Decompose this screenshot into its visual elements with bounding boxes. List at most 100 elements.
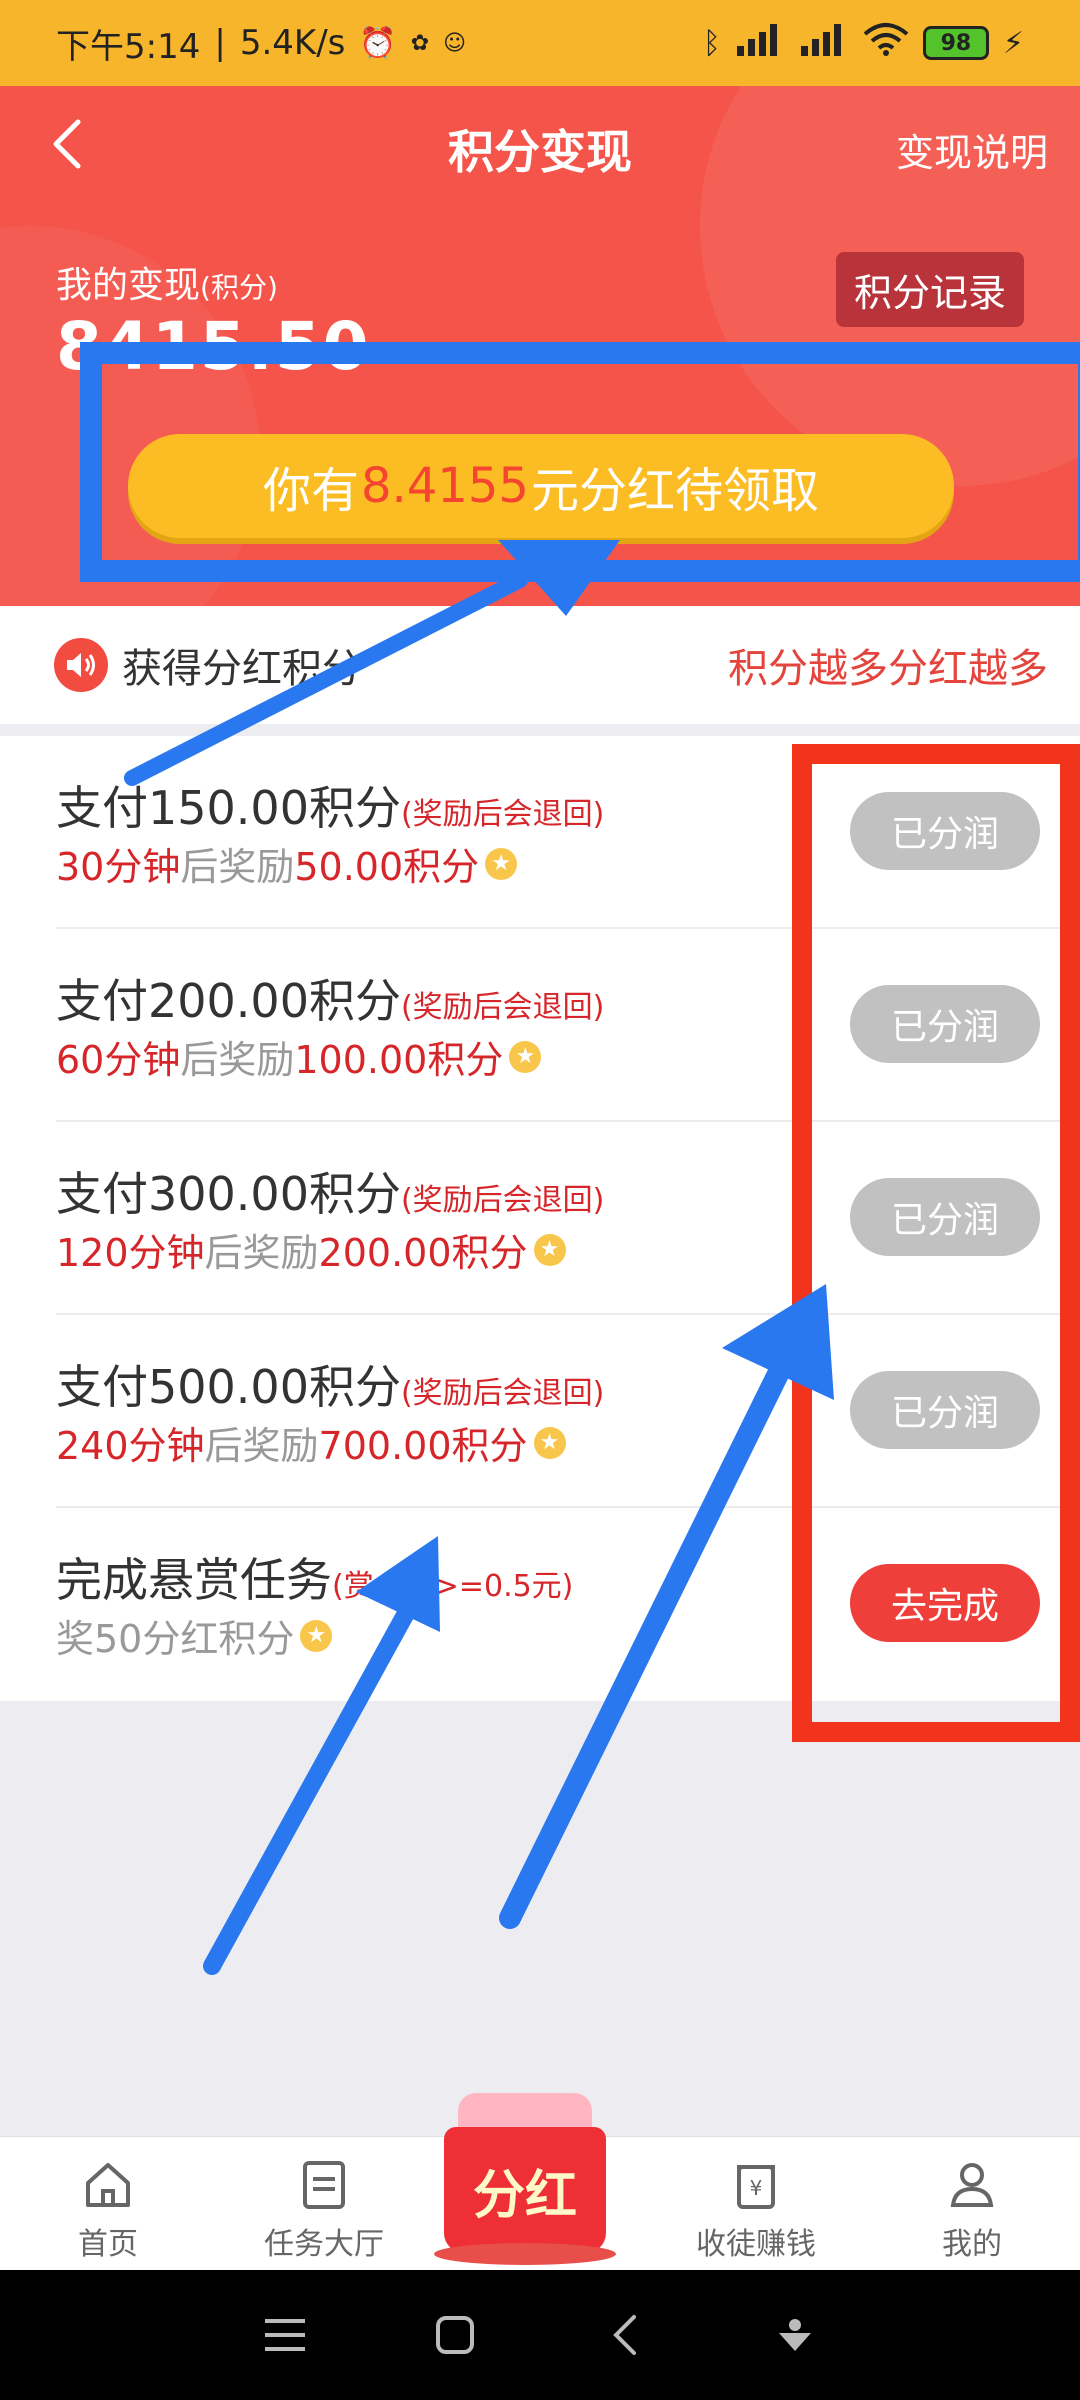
task-time: 60分钟 — [56, 1038, 181, 1082]
task-reward: 200.00积分 — [318, 1231, 528, 1275]
nav-recruit-label: 收徒赚钱 — [696, 2227, 816, 2262]
square-icon — [436, 2316, 474, 2354]
task-title-text: 支付150.00积分 — [56, 781, 401, 835]
explain-link[interactable]: 变现说明 — [896, 122, 1048, 177]
task-title-text: 支付500.00积分 — [56, 1360, 401, 1414]
wifi-icon — [863, 22, 909, 64]
header: 积分变现 变现说明 我的变现(积分) 8415.50 积分记录 你有 8.4155… — [0, 86, 1080, 606]
go-complete-button[interactable]: 去完成 — [850, 1564, 1040, 1642]
nav-mine-label: 我的 — [942, 2227, 1002, 2262]
star-icon: ★ — [485, 847, 518, 880]
claim-bonus-button[interactable]: 你有 8.4155 元分红待领取 — [128, 434, 954, 538]
menu-icon — [265, 2319, 305, 2351]
task-title: 支付200.00积分(奖励后会退回) — [56, 965, 604, 1031]
back-button[interactable] — [40, 114, 100, 174]
menu-button[interactable] — [255, 2305, 315, 2365]
my-cashout-label-text: 我的变现 — [56, 265, 201, 306]
task-note: (奖励后会退回) — [400, 797, 605, 832]
star-icon: ★ — [533, 1426, 566, 1459]
task-title-text: 支付300.00积分 — [56, 1167, 401, 1221]
task-status-button[interactable]: 已分润 — [850, 1371, 1040, 1449]
task-reward: 700.00积分 — [318, 1424, 528, 1468]
claim-prefix: 你有 — [263, 463, 360, 519]
star-icon: ★ — [533, 1233, 566, 1266]
app-notification-icon-2: ☺ — [443, 30, 467, 56]
bag-body: 分红 — [444, 2127, 606, 2253]
task-note: (赏金需>=0.5元) — [332, 1569, 574, 1604]
alarm-icon: ⏰ — [359, 25, 397, 61]
notice-slogan: 积分越多分红越多 — [728, 646, 1048, 692]
nav-mine[interactable]: 我的 — [864, 2137, 1080, 2270]
status-bar: 下午5:14 | 5.4K/s ⏰ ✿ ☺ ᛒ 98 ⚡ — [0, 0, 1080, 86]
task-title-text: 支付200.00积分 — [56, 974, 401, 1028]
nav-task-hall[interactable]: 任务大厅 — [216, 2137, 432, 2270]
task-status-button[interactable]: 已分润 — [850, 985, 1040, 1063]
points-record-button[interactable]: 积分记录 — [835, 252, 1024, 327]
task-reward-line: 60分钟 后奖励 100.00积分 ★ — [56, 1029, 542, 1084]
bottom-nav: 首页 任务大厅 分红 ¥ 收徒赚钱 我的 — [0, 2093, 1080, 2270]
claim-suffix: 元分红待领取 — [530, 463, 819, 519]
task-row: 支付200.00积分(奖励后会退回) 60分钟 后奖励 100.00积分 ★ 已分润 — [56, 929, 1080, 1122]
down-arrow-icon — [779, 2319, 811, 2351]
status-left: 下午5:14 | 5.4K/s ⏰ ✿ ☺ — [56, 19, 466, 68]
nav-row: 积分变现 变现说明 — [0, 86, 1080, 206]
task-list-icon — [303, 2161, 345, 2209]
red-envelope-icon: 分红 — [434, 2093, 616, 2265]
my-cashout-label-unit: (积分) — [200, 271, 278, 304]
task-status-button[interactable]: 已分润 — [850, 792, 1040, 870]
my-cashout-value: 8415.50 — [56, 308, 371, 385]
task-title-text: 完成悬赏任务 — [56, 1553, 332, 1607]
bluetooth-icon: ᛒ — [702, 25, 721, 61]
task-time: 240分钟 — [56, 1424, 205, 1468]
my-cashout-label: 我的变现(积分) — [56, 256, 278, 308]
task-reward-line: 30分钟 后奖励 50.00积分 ★ — [56, 836, 518, 891]
task-mid: 后奖励 — [180, 1038, 295, 1082]
signal-icon-2 — [799, 22, 849, 64]
back-system-button[interactable] — [595, 2305, 655, 2365]
chevron-left-icon — [613, 2315, 636, 2355]
task-row: 支付500.00积分(奖励后会退回) 240分钟 后奖励 700.00积分 ★ 已分润 — [56, 1315, 1080, 1508]
task-mid: 后奖励 — [204, 1231, 319, 1275]
assistant-button[interactable] — [765, 2305, 825, 2365]
nav-home[interactable]: 首页 — [0, 2137, 216, 2270]
status-divider: | — [214, 23, 226, 63]
task-note: (奖励后会退回) — [400, 1376, 605, 1411]
home-system-button[interactable] — [425, 2305, 485, 2365]
task-list: 支付150.00积分(奖励后会退回) 30分钟 后奖励 50.00积分 ★ 已分润 支… — [0, 736, 1080, 1701]
status-right: ᛒ 98 ⚡ — [703, 22, 1024, 64]
task-status-button[interactable]: 已分润 — [850, 1178, 1040, 1256]
star-icon: ★ — [509, 1040, 542, 1073]
task-note: (奖励后会退回) — [400, 990, 605, 1025]
notice-row: 获得分红积分 积分越多分红越多 — [0, 606, 1080, 724]
nav-recruit[interactable]: ¥ 收徒赚钱 — [648, 2137, 864, 2270]
nav-task-hall-label: 任务大厅 — [264, 2227, 384, 2262]
status-speed: 5.4K/s — [239, 23, 346, 63]
task-row: 支付300.00积分(奖励后会退回) 120分钟 后奖励 200.00积分 ★ 已分润 — [56, 1122, 1080, 1315]
task-time: 120分钟 — [56, 1231, 205, 1275]
home-icon — [86, 2163, 130, 2207]
task-title: 支付150.00积分(奖励后会退回) — [56, 772, 604, 838]
speaker-icon — [54, 638, 108, 692]
claim-amount: 8.4155 — [361, 458, 529, 514]
bag-base — [434, 2243, 616, 2265]
task-sub-text: 奖50分红积分 — [56, 1617, 295, 1661]
task-title: 完成悬赏任务(赏金需>=0.5元) — [56, 1544, 573, 1610]
battery-icon: 98 — [922, 26, 989, 60]
chevron-left-icon — [53, 119, 81, 169]
money-jar-icon: ¥ — [737, 2165, 775, 2209]
task-mid: 后奖励 — [180, 845, 295, 889]
nav-bonus[interactable]: 分红 — [432, 2093, 648, 2270]
user-icon — [950, 2163, 994, 2207]
task-row: 完成悬赏任务(赏金需>=0.5元) 奖50分红积分 ★ 去完成 — [56, 1508, 1080, 1701]
task-mid: 后奖励 — [204, 1424, 319, 1468]
system-nav-bar — [0, 2270, 1080, 2400]
task-reward-line: 奖50分红积分 ★ — [56, 1608, 333, 1663]
nav-home-label: 首页 — [78, 2227, 138, 2262]
status-time: 下午5:14 — [56, 26, 201, 67]
task-reward-line: 120分钟 后奖励 200.00积分 ★ — [56, 1222, 566, 1277]
charging-icon: ⚡ — [1002, 25, 1024, 61]
task-note: (奖励后会退回) — [400, 1183, 605, 1218]
task-title: 支付300.00积分(奖励后会退回) — [56, 1158, 604, 1224]
signal-icon — [735, 22, 785, 64]
task-reward-line: 240分钟 后奖励 700.00积分 ★ — [56, 1415, 566, 1470]
